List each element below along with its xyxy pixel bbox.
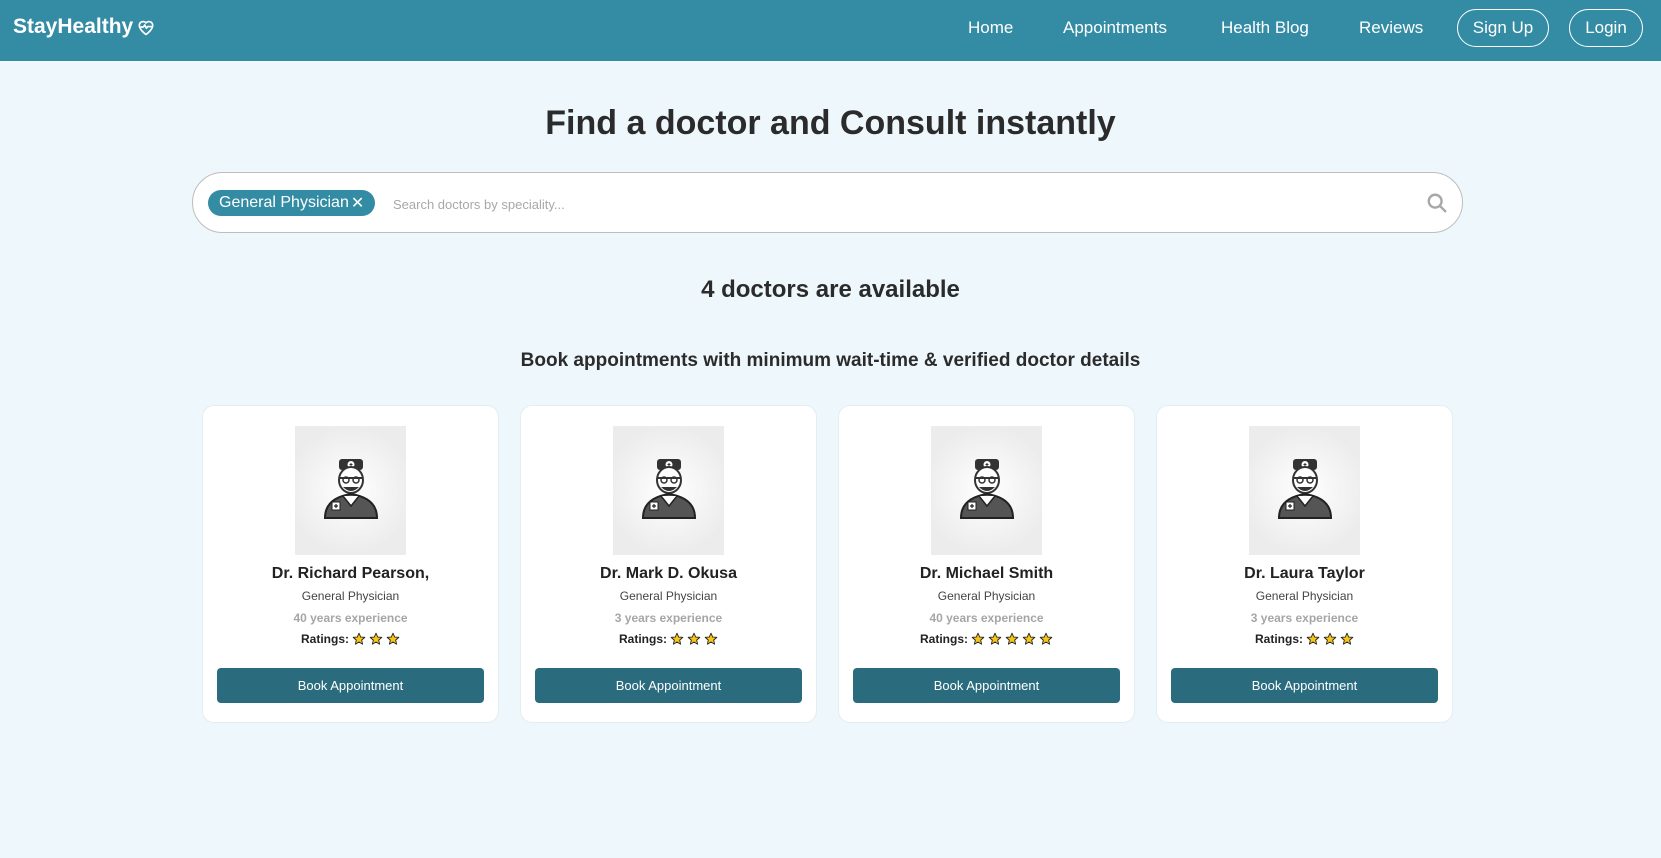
- star-icon: [1306, 632, 1320, 645]
- star-icon: [687, 632, 701, 645]
- doctor-experience: 3 years experience: [1250, 611, 1359, 625]
- doctor-avatar: [613, 426, 724, 555]
- doctor-avatar-icon: [1277, 458, 1332, 519]
- doctors-available-count: 4 doctors are available: [701, 276, 960, 303]
- star-icon: [386, 632, 400, 645]
- star-icon: [1039, 632, 1053, 645]
- star-icon: [369, 632, 383, 645]
- star-icon: [971, 632, 985, 645]
- doctor-experience: 40 years experience: [929, 611, 1044, 625]
- star-icon: [1340, 632, 1354, 645]
- search-input[interactable]: [393, 191, 1353, 217]
- navbar: StayHealthy Home Appointments Health Blo…: [0, 0, 1661, 61]
- brand-name: StayHealthy: [13, 15, 134, 38]
- doctor-speciality: General Physician: [937, 589, 1036, 603]
- doctor-avatar: [1249, 426, 1360, 555]
- doctor-card: Dr. Laura Taylor General Physician 3 yea…: [1156, 405, 1453, 723]
- star-icon: [988, 632, 1002, 645]
- ratings-label: Ratings:: [920, 632, 968, 646]
- chip-close-icon[interactable]: ✕: [351, 193, 364, 213]
- nav-appointments-link[interactable]: Appointments: [1063, 18, 1167, 38]
- doctor-speciality: General Physician: [301, 589, 400, 603]
- ratings-label: Ratings:: [301, 632, 349, 646]
- page-title: Find a doctor and Consult instantly: [545, 104, 1116, 142]
- doctor-card: Dr. Michael Smith General Physician 40 y…: [838, 405, 1135, 723]
- speciality-chip-label: General Physician: [219, 194, 349, 211]
- doctor-name: Dr. Richard Pearson,: [271, 565, 430, 582]
- star-icon: [1022, 632, 1036, 645]
- doctor-ratings: Ratings:: [839, 632, 1134, 646]
- speciality-chip: General Physician ✕: [208, 190, 376, 216]
- doctor-ratings: Ratings:: [1157, 632, 1452, 646]
- doctor-experience: 3 years experience: [614, 611, 723, 625]
- booking-subtitle: Book appointments with minimum wait-time…: [520, 350, 1141, 371]
- sign-up-button[interactable]: Sign Up: [1457, 9, 1549, 47]
- book-appointment-button[interactable]: Book Appointment: [535, 668, 802, 703]
- book-appointment-button[interactable]: Book Appointment: [217, 668, 484, 703]
- doctor-avatar-icon: [323, 458, 378, 519]
- search-bar: General Physician ✕: [192, 172, 1463, 233]
- doctor-avatar: [295, 426, 406, 555]
- ratings-label: Ratings:: [1255, 632, 1303, 646]
- star-icon: [704, 632, 718, 645]
- book-appointment-button[interactable]: Book Appointment: [853, 668, 1120, 703]
- doctor-avatar: [931, 426, 1042, 555]
- nav-health-blog-link[interactable]: Health Blog: [1221, 18, 1309, 38]
- doctor-speciality: General Physician: [619, 589, 718, 603]
- doctor-name: Dr. Laura Taylor: [1244, 565, 1365, 582]
- doctor-name: Dr. Michael Smith: [919, 565, 1054, 582]
- ratings-label: Ratings:: [619, 632, 667, 646]
- doctor-avatar-icon: [959, 458, 1014, 519]
- doctor-ratings: Ratings:: [203, 632, 498, 646]
- star-icon: [1005, 632, 1019, 645]
- heart-pulse-icon: [138, 20, 154, 36]
- doctor-card: Dr. Mark D. Okusa General Physician 3 ye…: [520, 405, 817, 723]
- brand-logo[interactable]: StayHealthy: [13, 15, 156, 39]
- book-appointment-button[interactable]: Book Appointment: [1171, 668, 1438, 703]
- star-icon: [670, 632, 684, 645]
- star-icon: [352, 632, 366, 645]
- doctor-experience: 40 years experience: [293, 611, 408, 625]
- nav-home-link[interactable]: Home: [968, 18, 1013, 38]
- doctor-name: Dr. Mark D. Okusa: [600, 565, 737, 582]
- doctor-avatar-icon: [641, 458, 696, 519]
- star-icon: [1323, 632, 1337, 645]
- doctor-ratings: Ratings:: [521, 632, 816, 646]
- doctor-speciality: General Physician: [1255, 589, 1354, 603]
- nav-reviews-link[interactable]: Reviews: [1359, 18, 1423, 38]
- doctor-card: Dr. Richard Pearson, General Physician 4…: [202, 405, 499, 723]
- search-icon[interactable]: [1426, 192, 1448, 214]
- login-button[interactable]: Login: [1569, 9, 1643, 47]
